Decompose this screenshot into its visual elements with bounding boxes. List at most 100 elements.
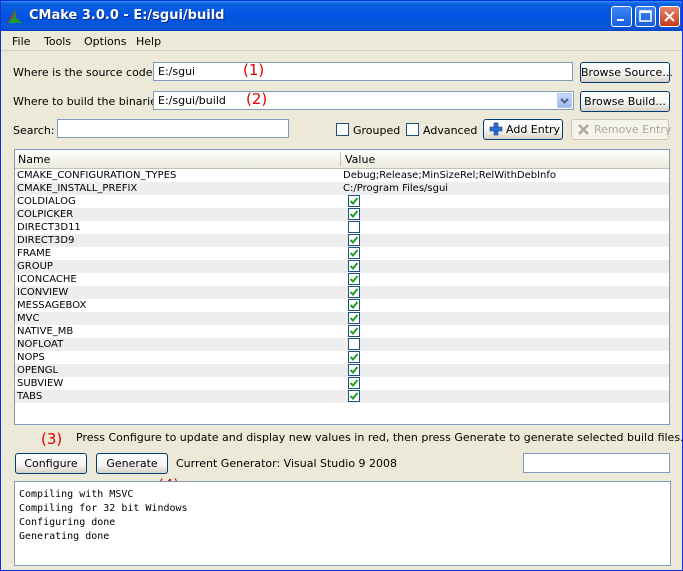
table-row[interactable]: DIRECT3D9 [15, 234, 669, 247]
source-label: Where is the source code: [13, 66, 157, 79]
checkmark-icon [349, 301, 359, 309]
checked-checkbox[interactable] [348, 234, 360, 246]
table-row[interactable]: CMAKE_CONFIGURATION_TYPES Debug;Release;M… [15, 169, 669, 182]
close-button[interactable] [659, 6, 680, 27]
checked-checkbox[interactable] [348, 299, 360, 311]
checked-checkbox[interactable] [348, 351, 360, 363]
annotation-3: (3) [41, 430, 63, 448]
checkmark-icon [349, 236, 359, 244]
checked-checkbox[interactable] [348, 390, 360, 402]
cell-name: MESSAGEBOX [17, 300, 87, 311]
checked-checkbox[interactable] [348, 377, 360, 389]
build-combo[interactable]: E:/sgui/build [153, 91, 574, 110]
checked-checkbox[interactable] [348, 273, 360, 285]
title-bar[interactable]: CMake 3.0.0 - E:/sgui/build [1, 1, 682, 31]
table-row[interactable]: COLDIALOG [15, 195, 669, 208]
checked-checkbox[interactable] [348, 364, 360, 376]
checkmark-icon [349, 353, 359, 361]
table-row[interactable]: NATIVE_MB [15, 325, 669, 338]
cell-name: DIRECT3D9 [17, 235, 75, 246]
configure-button[interactable]: Configure [15, 453, 87, 474]
output-line: Compiling for 32 bit Windows [19, 503, 188, 514]
menu-file[interactable]: File [12, 35, 30, 48]
checked-checkbox[interactable] [348, 286, 360, 298]
checkmark-icon [349, 249, 359, 257]
table-row[interactable]: NOPS [15, 351, 669, 364]
table-row[interactable]: OPENGL [15, 364, 669, 377]
cell-value[interactable]: Debug;Release;MinSizeRel;RelWithDebInfo [343, 169, 556, 182]
build-value: E:/sgui/build [158, 94, 226, 107]
menu-options[interactable]: Options [84, 35, 126, 48]
table-row[interactable]: ICONCACHE [15, 273, 669, 286]
cell-name: ICONCACHE [17, 274, 77, 285]
grouped-checkbox[interactable] [336, 123, 349, 136]
cell-name: NATIVE_MB [17, 326, 74, 337]
checkmark-icon [349, 197, 359, 205]
browse-source-button[interactable]: Browse Source... [580, 62, 673, 83]
checkmark-icon [349, 366, 359, 374]
unchecked-checkbox[interactable] [348, 338, 360, 350]
minimize-button[interactable] [611, 6, 632, 27]
cell-name: COLPICKER [17, 209, 74, 220]
cell-name: SUBVIEW [17, 378, 64, 389]
menu-help[interactable]: Help [136, 35, 161, 48]
column-header-name[interactable]: Name [18, 153, 50, 166]
window-title: CMake 3.0.0 - E:/sgui/build [29, 8, 225, 23]
source-input[interactable]: E:/sgui [153, 62, 573, 81]
table-row[interactable]: MVC [15, 312, 669, 325]
table-row[interactable]: TABS [15, 390, 669, 403]
cache-table[interactable]: Name Value CMAKE_CONFIGURATION_TYPES Debu… [14, 149, 670, 425]
column-divider[interactable] [340, 152, 341, 166]
maximize-button[interactable] [635, 6, 656, 27]
output-line: Configuring done [19, 517, 116, 528]
checkmark-icon [349, 210, 359, 218]
generate-button[interactable]: Generate [96, 453, 168, 474]
table-row[interactable]: MESSAGEBOX [15, 299, 669, 312]
search-input[interactable] [57, 119, 289, 138]
table-row[interactable]: COLPICKER [15, 208, 669, 221]
cell-value[interactable]: C:/Program Files/sgui [343, 182, 448, 195]
cell-name: GROUP [17, 261, 53, 272]
source-value: E:/sgui [158, 65, 196, 78]
table-row[interactable]: ICONVIEW [15, 286, 669, 299]
hint-text: Press Configure to update and display ne… [76, 431, 683, 444]
browse-build-button[interactable]: Browse Build... [580, 91, 670, 112]
chevron-down-icon[interactable] [557, 93, 572, 108]
annotation-2: (2) [246, 90, 268, 108]
menu-bar: File Tools Options Help [1, 32, 682, 51]
advanced-checkbox[interactable] [406, 123, 419, 136]
output-lines: Compiling with MSVC Compiling for 32 bit … [19, 488, 666, 544]
checked-checkbox[interactable] [348, 312, 360, 324]
add-entry-button[interactable]: Add Entry [483, 119, 563, 140]
table-row[interactable]: SUBVIEW [15, 377, 669, 390]
cell-name: MVC [17, 313, 40, 324]
cell-name: DIRECT3D11 [17, 222, 81, 233]
column-header-value[interactable]: Value [345, 153, 375, 166]
cell-name: NOFLOAT [17, 339, 64, 350]
checked-checkbox[interactable] [348, 260, 360, 272]
table-row[interactable]: CMAKE_INSTALL_PREFIX C:/Program Files/sgu… [15, 182, 669, 195]
checked-checkbox[interactable] [348, 247, 360, 259]
checkmark-icon [349, 379, 359, 387]
table-row[interactable]: NOFLOAT [15, 338, 669, 351]
plus-icon [489, 122, 503, 142]
cell-name: COLDIALOG [17, 196, 76, 207]
table-header: Name Value [15, 150, 669, 169]
annotation-1: (1) [243, 61, 265, 79]
checkmark-icon [349, 262, 359, 270]
menu-tools[interactable]: Tools [44, 35, 71, 48]
unchecked-checkbox[interactable] [348, 221, 360, 233]
remove-entry-button[interactable]: Remove Entry [571, 119, 671, 142]
table-row[interactable]: GROUP [15, 260, 669, 273]
checked-checkbox[interactable] [348, 208, 360, 220]
checked-checkbox[interactable] [348, 195, 360, 207]
delete-x-icon [577, 123, 590, 142]
output-log[interactable]: Compiling with MSVC Compiling for 32 bit … [14, 481, 671, 566]
cell-name: TABS [17, 391, 43, 402]
build-label: Where to build the binaries: [13, 95, 167, 108]
grouped-label: Grouped [353, 124, 401, 137]
table-row[interactable]: DIRECT3D11 [15, 221, 669, 234]
checkmark-icon [349, 275, 359, 283]
checked-checkbox[interactable] [348, 325, 360, 337]
table-row[interactable]: FRAME [15, 247, 669, 260]
